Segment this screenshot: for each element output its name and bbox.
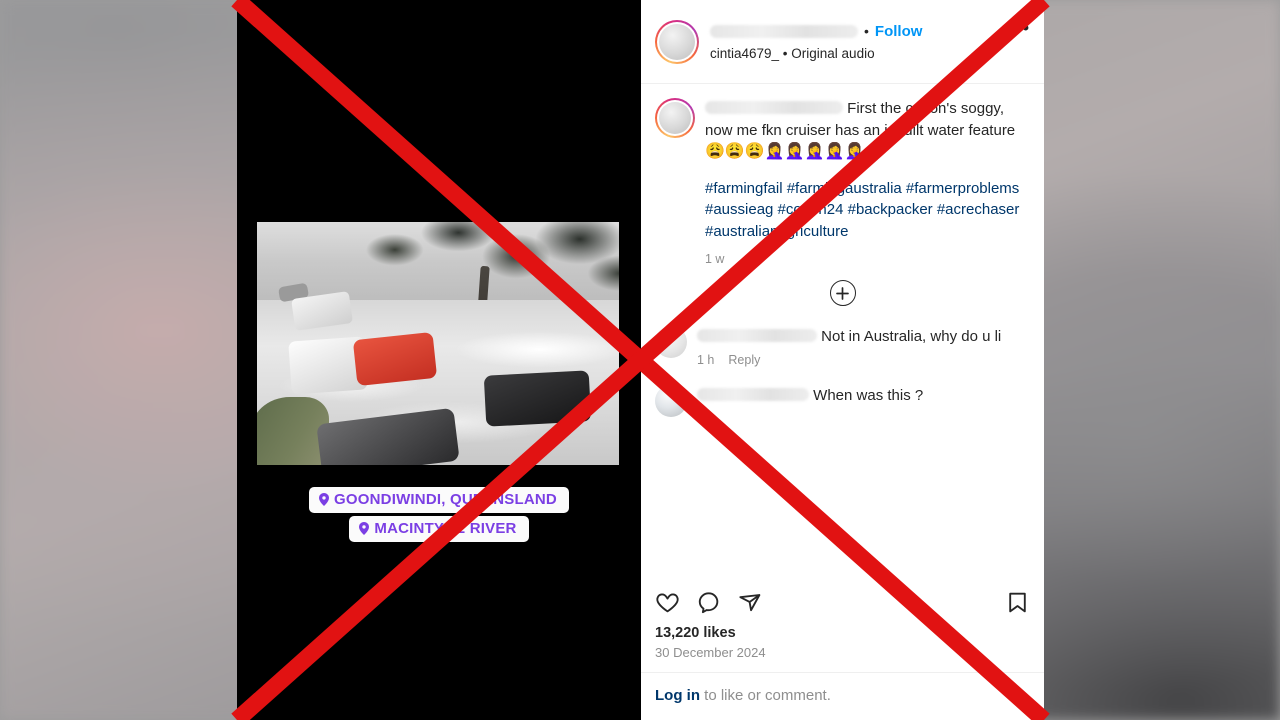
avatar-inner-ring [657, 100, 693, 136]
comment-item: When was this ? [641, 367, 1044, 417]
redacted-username [710, 24, 858, 38]
scene-car-red [352, 332, 437, 387]
comment-text-line: When was this ? [697, 385, 1030, 406]
load-more-comments-row [641, 266, 1044, 316]
post-date: 30 December 2024 [655, 645, 766, 660]
location-pin-icon [319, 493, 330, 506]
caption-body: First the cotton's soggy, now me fkn cru… [705, 98, 1030, 266]
caption-text-line: First the cotton's soggy, now me fkn cru… [705, 98, 1030, 163]
location-sticker-city: GOONDIWINDI, QUEENSLAND [309, 487, 569, 513]
post-info-column: • Follow cintia4679_ • Original audio ••… [641, 0, 1044, 720]
comment-timestamp: 1 h [697, 353, 715, 367]
video-frame[interactable] [257, 222, 619, 465]
caption-hashtags[interactable]: #farmingfail #farmingaustralia #farmerpr… [705, 178, 1030, 243]
comment-text: When was this ? [813, 387, 924, 404]
log-in-link[interactable]: Log in [655, 687, 700, 704]
flex-spacer [641, 417, 1044, 580]
comment-text-line: Not in Australia, why do u li [697, 326, 1030, 347]
scene-car-black-suv [483, 369, 592, 427]
redacted-commenter-username [697, 329, 817, 342]
header-text-block: • Follow cintia4679_ • Original audio [710, 23, 1007, 61]
plus-icon [836, 286, 849, 300]
location-sticker-river-label: MACINTYRE RIVER [374, 520, 517, 537]
comment-text: Not in Australia, why do u li [821, 328, 1002, 345]
flood-scene-image [257, 222, 619, 465]
follow-button[interactable]: Follow [875, 23, 923, 40]
login-prompt-text: to like or comment. [700, 687, 831, 704]
avatar-inner-ring [657, 21, 697, 62]
bookmark-icon[interactable] [1005, 590, 1030, 615]
caption-author-avatar[interactable] [655, 98, 695, 138]
comment-body: When was this ? [697, 385, 1030, 417]
avatar-placeholder-image [659, 23, 695, 60]
audio-attribution[interactable]: cintia4679_ • Original audio [710, 46, 1007, 61]
reel-media-column[interactable]: GOONDIWINDI, QUEENSLAND MACINTYRE RIVER [237, 0, 641, 720]
comment-icon[interactable] [696, 590, 721, 615]
caption-emojis: 😩😩😩🤦‍♀️🤦‍♀️🤦‍♀️🤦‍♀️🤦‍♀️ [705, 143, 865, 160]
like-icon[interactable] [655, 590, 680, 615]
author-row: • Follow [710, 23, 1007, 40]
location-pin-icon [359, 522, 370, 535]
load-more-comments-button[interactable] [829, 280, 856, 306]
login-prompt-bar: Log in to like or comment. [641, 672, 1044, 720]
comment-body: Not in Australia, why do u li 1 h Reply [697, 326, 1030, 367]
author-avatar[interactable] [655, 19, 699, 64]
like-count: 13,220 likes [655, 625, 736, 641]
comment-reply-button[interactable]: Reply [728, 353, 760, 367]
post-header: • Follow cintia4679_ • Original audio ••… [641, 0, 1044, 84]
comment-avatar[interactable] [655, 385, 687, 417]
redacted-commenter-username [697, 388, 809, 401]
comment-meta: 1 h Reply [697, 353, 1030, 367]
caption-block: First the cotton's soggy, now me fkn cru… [641, 84, 1044, 266]
screenshot-root: GOONDIWINDI, QUEENSLAND MACINTYRE RIVER [0, 0, 1280, 720]
comment-item: Not in Australia, why do u li 1 h Reply [641, 316, 1044, 367]
post-action-bar [641, 580, 1044, 619]
location-sticker-city-label: GOONDIWINDI, QUEENSLAND [334, 491, 557, 508]
share-icon[interactable] [737, 590, 762, 615]
instagram-post-card: GOONDIWINDI, QUEENSLAND MACINTYRE RIVER [237, 0, 1044, 720]
location-sticker-river: MACINTYRE RIVER [349, 516, 529, 542]
redacted-caption-username [705, 101, 843, 114]
header-separator: • [864, 23, 869, 39]
comment-avatar[interactable] [655, 326, 687, 358]
caption-timestamp: 1 w [705, 252, 725, 266]
more-options-button[interactable]: ••• [1007, 19, 1030, 38]
location-sticker-group: GOONDIWINDI, QUEENSLAND MACINTYRE RIVER [237, 487, 641, 542]
avatar-placeholder-image [659, 102, 691, 134]
